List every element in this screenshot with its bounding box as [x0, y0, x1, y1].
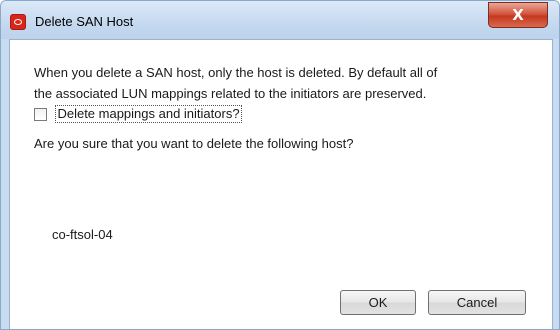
cancel-button[interactable]: Cancel — [428, 290, 526, 315]
close-button[interactable]: X — [488, 2, 548, 28]
warning-message: When you delete a SAN host, only the hos… — [34, 62, 549, 104]
oracle-logo-icon — [10, 14, 26, 30]
ok-button[interactable]: OK — [340, 290, 416, 315]
dialog-content: When you delete a SAN host, only the hos… — [9, 39, 553, 329]
delete-mappings-label[interactable]: Delete mappings and initiators? — [55, 105, 242, 123]
delete-mappings-checkbox[interactable] — [34, 107, 47, 121]
delete-mappings-option[interactable]: Delete mappings and initiators? — [34, 105, 242, 123]
delete-san-host-dialog: Delete SAN Host X When you delete a SAN … — [0, 0, 560, 330]
warning-message-line: the associated LUN mappings related to t… — [34, 86, 427, 101]
confirmation-question: Are you sure that you want to delete the… — [34, 136, 354, 151]
window-title: Delete SAN Host — [35, 14, 134, 29]
title-bar[interactable]: Delete SAN Host X — [1, 1, 559, 39]
host-name: co-ftsol-04 — [52, 227, 113, 242]
warning-message-line: When you delete a SAN host, only the hos… — [34, 65, 438, 80]
